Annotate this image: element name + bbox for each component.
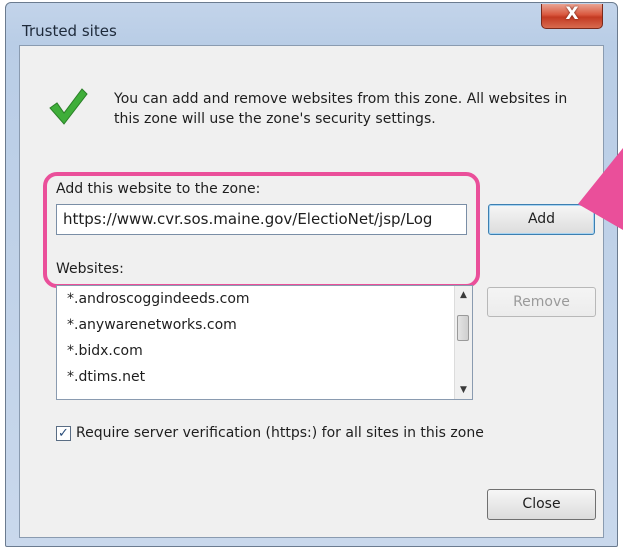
close-window-button[interactable]: X [541,4,603,29]
close-icon: X [565,4,579,24]
list-item[interactable]: *.anywarenetworks.com [57,312,472,338]
add-website-label: Add this website to the zone: [56,181,261,197]
websites-list[interactable]: *.androscoggindeeds.com *.anywarenetwork… [56,285,473,400]
dialog-content: You can add and remove websites from thi… [19,45,604,538]
list-item[interactable]: *.bidx.com [57,338,472,364]
green-check-icon [49,88,88,125]
dialog-title: Trusted sites [22,22,117,40]
remove-button[interactable]: Remove [487,287,596,317]
intro-text: You can add and remove websites from thi… [114,91,568,127]
websites-label: Websites: [56,261,124,277]
website-url-field[interactable]: https://www.cvr.sos.maine.gov/ElectioNet… [56,204,467,235]
scroll-down-icon[interactable]: ▼ [455,381,472,399]
scroll-thumb[interactable] [457,315,469,341]
require-verification-label: Require server verification (https:) for… [76,425,484,441]
websites-scrollbar[interactable]: ▲ ▼ [454,286,472,399]
pointer-arrow-icon [578,148,623,230]
list-item[interactable]: *.dtims.net [57,364,472,390]
require-verification-checkbox[interactable]: ✓ [56,426,71,441]
list-item[interactable] [57,390,472,399]
title-bar[interactable]: Trusted sites X [6,3,617,45]
close-button[interactable]: Close [487,489,596,520]
list-item[interactable]: *.androscoggindeeds.com [57,286,472,312]
scroll-up-icon[interactable]: ▲ [455,286,472,304]
trusted-sites-dialog: Trusted sites X You can add and remove w… [5,2,618,547]
